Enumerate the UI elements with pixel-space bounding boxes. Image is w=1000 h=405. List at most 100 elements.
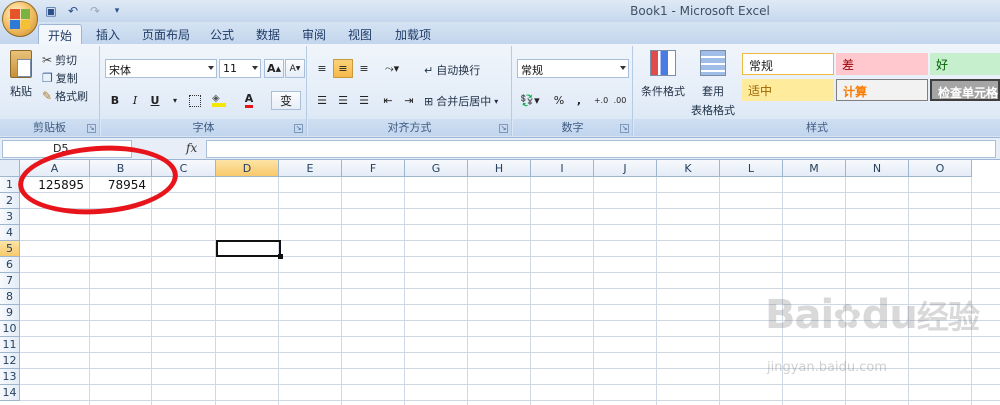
tab-page-layout[interactable]: 页面布局 xyxy=(136,24,196,44)
tab-data[interactable]: 数据 xyxy=(250,24,286,44)
increase-decimal-icon[interactable]: +.0 xyxy=(591,91,611,110)
number-launcher-icon[interactable]: ↘ xyxy=(620,124,629,133)
font-size-combo[interactable]: 11 xyxy=(219,59,261,78)
column-header-n[interactable]: N xyxy=(846,160,909,177)
clipboard-launcher-icon[interactable]: ↘ xyxy=(87,124,96,133)
row-header-11[interactable]: 11 xyxy=(0,337,20,353)
italic-button[interactable]: I xyxy=(125,91,145,110)
merge-center-button[interactable]: ⊞ 合并后居中 ▾ xyxy=(424,93,498,109)
fill-color-button[interactable]: ◈ xyxy=(209,91,229,110)
align-bottom-icon[interactable]: ≡ xyxy=(354,59,374,78)
tab-review[interactable]: 审阅 xyxy=(296,24,332,44)
align-middle-icon[interactable]: ≡ xyxy=(333,59,353,78)
gridline-vertical xyxy=(530,177,531,405)
cut-label: 剪切 xyxy=(55,54,78,67)
row-header-5[interactable]: 5 xyxy=(0,241,20,257)
office-button[interactable] xyxy=(2,1,38,37)
font-name-combo[interactable]: 宋体 xyxy=(105,59,217,78)
comma-button[interactable]: , xyxy=(569,91,589,110)
tab-home[interactable]: 开始 xyxy=(38,24,82,44)
style-bad[interactable]: 差 xyxy=(836,53,928,75)
column-header-m[interactable]: M xyxy=(783,160,846,177)
style-neutral[interactable]: 适中 xyxy=(742,79,834,101)
style-calculation[interactable]: 计算 xyxy=(836,79,928,101)
column-header-k[interactable]: K xyxy=(657,160,720,177)
row-header-14[interactable]: 14 xyxy=(0,385,20,401)
phonetic-button[interactable]: 变 xyxy=(271,91,301,110)
gridline-vertical xyxy=(908,177,909,405)
select-all-corner[interactable] xyxy=(0,160,20,177)
format-table-label-1: 套用 xyxy=(702,85,724,98)
align-top-icon[interactable]: ≡ xyxy=(312,59,332,78)
copy-icon: ❐ xyxy=(42,71,53,85)
orientation-icon[interactable]: ⤳▾ xyxy=(378,59,406,78)
underline-dropdown-icon[interactable]: ▾ xyxy=(165,91,185,110)
shrink-font-button[interactable]: A ▼ xyxy=(285,59,305,78)
row-header-12[interactable]: 12 xyxy=(0,353,20,369)
borders-button[interactable] xyxy=(185,91,205,110)
font-launcher-icon[interactable]: ↘ xyxy=(294,124,303,133)
align-left-icon[interactable]: ☰ xyxy=(312,91,332,110)
column-header-i[interactable]: I xyxy=(531,160,594,177)
alignment-group: ≡ ≡ ≡ ⤳▾ ☰ ☰ ☰ ⇤ ⇥ ↵ 自动换行 ⊞ 合并后居中 ▾ 对齐方式… xyxy=(308,46,512,136)
row-header-9[interactable]: 9 xyxy=(0,305,20,321)
tab-insert[interactable]: 插入 xyxy=(90,24,126,44)
row-header-10[interactable]: 10 xyxy=(0,321,20,337)
column-header-g[interactable]: G xyxy=(405,160,468,177)
row-header-13[interactable]: 13 xyxy=(0,369,20,385)
formula-input[interactable] xyxy=(206,140,996,158)
fill-handle[interactable] xyxy=(278,254,283,259)
decrease-decimal-icon[interactable]: .00 xyxy=(610,91,630,110)
row-header-6[interactable]: 6 xyxy=(0,257,20,273)
column-header-f[interactable]: F xyxy=(342,160,405,177)
style-check-cell[interactable]: 检查单元格 xyxy=(930,79,1000,101)
alignment-launcher-icon[interactable]: ↘ xyxy=(499,124,508,133)
active-cell-d5[interactable] xyxy=(216,240,281,257)
decrease-indent-icon[interactable]: ⇤ xyxy=(378,91,398,110)
copy-button[interactable]: ❐ 复制 xyxy=(42,70,78,86)
format-table-button[interactable]: 套用 表格格式 xyxy=(688,50,738,118)
font-color-button[interactable]: A xyxy=(239,91,259,110)
scissors-icon: ✂ xyxy=(42,53,53,67)
style-good[interactable]: 好 xyxy=(930,53,1000,75)
format-table-label-2: 表格格式 xyxy=(691,104,735,117)
tab-formulas[interactable]: 公式 xyxy=(204,24,240,44)
column-header-o[interactable]: O xyxy=(909,160,972,177)
format-table-icon xyxy=(700,50,726,76)
format-painter-button[interactable]: ✎ 格式刷 xyxy=(42,88,88,104)
clipboard-group: 粘贴 ✂ 剪切 ❐ 复制 ✎ 格式刷 剪贴板 ↘ xyxy=(0,46,100,136)
font-name-value: 宋体 xyxy=(109,64,131,77)
percent-button[interactable]: % xyxy=(549,91,569,110)
gridline-vertical xyxy=(467,177,468,405)
row-header-4[interactable]: 4 xyxy=(0,225,20,241)
bold-button[interactable]: B xyxy=(105,91,125,110)
row-header-1[interactable]: 1 xyxy=(0,177,20,193)
row-header-2[interactable]: 2 xyxy=(0,193,20,209)
underline-button[interactable]: U xyxy=(145,91,165,110)
column-header-e[interactable]: E xyxy=(279,160,342,177)
tab-addins[interactable]: 加载项 xyxy=(388,24,438,44)
increase-indent-icon[interactable]: ⇥ xyxy=(399,91,419,110)
conditional-format-button[interactable]: 条件格式 xyxy=(640,50,686,99)
row-header-3[interactable]: 3 xyxy=(0,209,20,225)
paste-button[interactable]: 粘贴 xyxy=(6,50,36,99)
column-header-j[interactable]: J xyxy=(594,160,657,177)
column-header-l[interactable]: L xyxy=(720,160,783,177)
grow-font-button[interactable]: A ▲ xyxy=(264,59,284,78)
wrap-text-button[interactable]: ↵ 自动换行 xyxy=(424,62,480,78)
column-header-d[interactable]: D xyxy=(216,160,279,177)
gridline-horizontal xyxy=(20,256,1000,257)
column-header-h[interactable]: H xyxy=(468,160,531,177)
align-center-icon[interactable]: ☰ xyxy=(333,91,353,110)
align-right-icon[interactable]: ☰ xyxy=(354,91,374,110)
number-format-combo[interactable]: 常规 xyxy=(517,59,629,78)
styles-group-label: 样式 xyxy=(634,119,1000,136)
row-header-8[interactable]: 8 xyxy=(0,289,20,305)
row-header-7[interactable]: 7 xyxy=(0,273,20,289)
paste-label: 粘贴 xyxy=(10,85,32,98)
cut-button[interactable]: ✂ 剪切 xyxy=(42,52,77,68)
tab-view[interactable]: 视图 xyxy=(342,24,378,44)
style-normal[interactable]: 常规 xyxy=(742,53,834,75)
fx-icon[interactable]: fx xyxy=(186,141,197,155)
currency-icon[interactable]: 💱▾ xyxy=(517,91,543,110)
